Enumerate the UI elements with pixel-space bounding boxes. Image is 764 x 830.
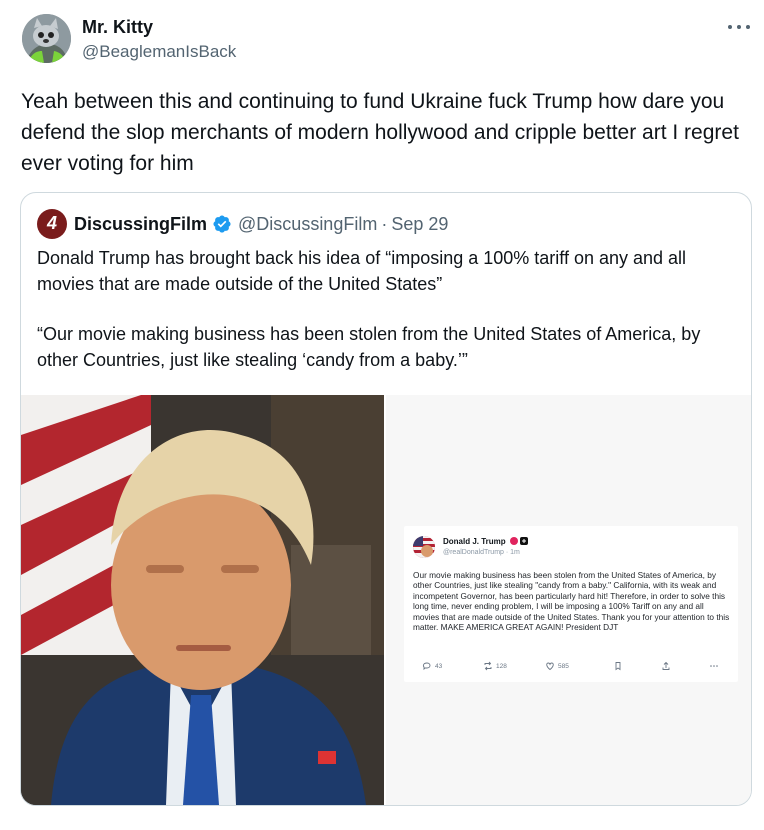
embedded-author-name: Donald J. Trump: [443, 537, 529, 546]
like-action: 585: [545, 661, 569, 671]
repost-icon: [484, 661, 492, 671]
more-icon: [710, 665, 718, 667]
reply-action: 43: [422, 661, 442, 671]
verified-badge-icon: [509, 537, 518, 545]
embedded-actions: 43 128 585: [413, 661, 733, 673]
logo-text: 4: [46, 213, 57, 233]
separator: ·: [381, 213, 388, 234]
share-icon: [662, 661, 670, 670]
bookmark-action: [613, 661, 626, 671]
quote-header: 4 DiscussingFilm @DiscussingFilm · Sep 2…: [37, 209, 448, 239]
reply-icon: [423, 662, 431, 671]
share-action: [661, 661, 674, 671]
author-name[interactable]: Mr. Kitty: [82, 16, 236, 38]
embedded-post: Donald J. Trump @realDonaldTrump · 1m Ou…: [404, 526, 738, 682]
more-icon[interactable]: [726, 22, 752, 32]
tweet-text: Yeah between this and continuing to fund…: [21, 90, 739, 175]
more-action: [709, 661, 722, 671]
embedded-author-handle: @realDonaldTrump · 1m: [443, 549, 520, 556]
bookmark-icon: [615, 662, 621, 671]
repost-count: 128: [496, 662, 507, 670]
screenshot-image[interactable]: Donald J. Trump @realDonaldTrump · 1m Ou…: [386, 395, 751, 805]
quote-paragraph-2: “Our movie making business has been stol…: [37, 324, 701, 370]
like-icon: [546, 662, 554, 671]
like-count: 585: [558, 662, 569, 670]
quote-avatar[interactable]: 4: [37, 209, 67, 239]
quoted-tweet[interactable]: 4 DiscussingFilm @DiscussingFilm · Sep 2…: [20, 192, 752, 806]
plus-badge-icon: [520, 537, 529, 545]
embedded-avatar: [413, 536, 435, 558]
author-handle[interactable]: @BeaglemanIsBack: [82, 41, 236, 63]
portrait-image[interactable]: [21, 395, 384, 805]
author-avatar[interactable]: [22, 14, 71, 63]
quote-author-name[interactable]: DiscussingFilm: [74, 214, 207, 235]
embedded-name-text: Donald J. Trump: [443, 537, 506, 546]
reply-count: 43: [435, 662, 443, 670]
embedded-text: Our movie making business has been stole…: [413, 570, 730, 633]
quote-text: Donald Trump has brought back his idea o…: [37, 245, 737, 397]
quote-author-handle[interactable]: @DiscussingFilm: [238, 214, 377, 235]
tweet-author[interactable]: Mr. Kitty @BeaglemanIsBack: [82, 16, 236, 63]
quote-date[interactable]: Sep 29: [391, 214, 448, 235]
verified-icon: [213, 215, 231, 233]
quote-paragraph-1: Donald Trump has brought back his idea o…: [37, 248, 687, 294]
repost-action: 128: [483, 661, 507, 671]
